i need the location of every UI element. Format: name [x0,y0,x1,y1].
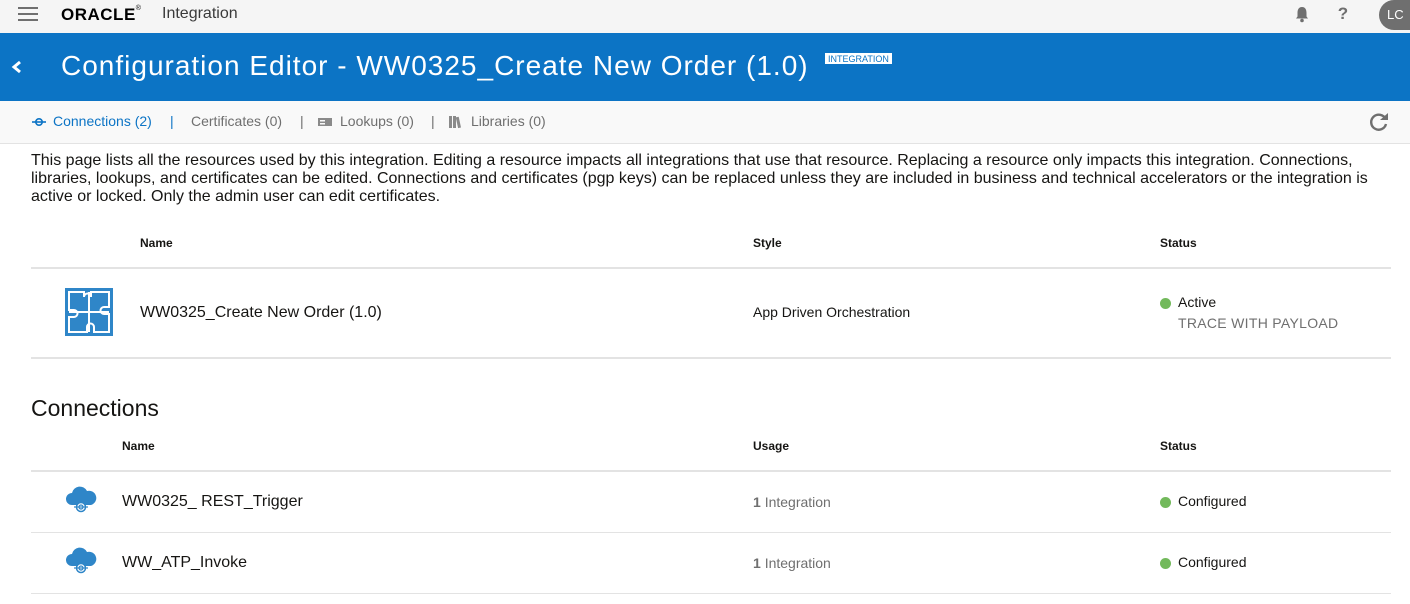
table-divider [31,470,1391,472]
library-icon [449,116,461,129]
lookup-icon [318,118,332,126]
column-header-name: Name [140,236,173,250]
row-divider [31,593,1391,594]
user-avatar[interactable]: LC [1379,0,1410,30]
tab-certificates[interactable]: Certificates (0) [191,113,282,129]
integration-name-link[interactable]: WW0325_Create New Order (1.0) [140,304,382,322]
page-description: This page lists all the resources used b… [31,152,1368,205]
connection-status: Configured [1178,493,1247,509]
column-header-usage: Usage [753,439,790,453]
column-header-style: Style [753,236,782,250]
connection-usage[interactable]: 1 Integration [753,494,831,510]
integration-status: Active [1178,294,1217,310]
hamburger-menu-icon[interactable] [18,6,38,24]
help-icon[interactable]: ? [1336,4,1350,24]
tab-separator: | [170,113,174,129]
tab-libraries[interactable]: Libraries (0) [471,113,546,129]
connections-section-title: Connections [31,395,159,421]
notifications-bell-icon[interactable] [1293,5,1311,23]
connection-status: Configured [1178,554,1247,570]
tab-lookups[interactable]: Lookups (0) [340,113,414,129]
integration-style: App Driven Orchestration [753,304,911,320]
table-divider [31,267,1391,269]
trace-level: TRACE WITH PAYLOAD [1178,315,1339,331]
refresh-icon[interactable] [1368,111,1390,133]
column-header-status: Status [1160,439,1197,453]
oracle-logo: ORACLE® [61,5,142,24]
status-active-dot [1160,298,1171,309]
connection-name-link[interactable]: WW0325_ REST_Trigger [122,493,303,511]
rest-cloud-icon [66,547,97,574]
column-header-status: Status [1160,236,1197,250]
table-divider [31,357,1391,359]
page-header: Configuration Editor - WW0325_Create New… [0,33,1410,101]
tab-connections[interactable]: Connections (2) [53,113,152,129]
resource-tab-bar: Connections (2) | Certificates (0) | Loo… [0,101,1410,144]
connection-usage[interactable]: 1 Integration [753,555,831,571]
top-bar: ORACLE® Integration ? LC [0,0,1410,33]
status-configured-dot [1160,497,1171,508]
connection-icon [32,117,46,127]
column-header-name: Name [122,439,155,453]
connection-name-link[interactable]: WW_ATP_Invoke [122,554,247,572]
page-title: Configuration Editor - WW0325_Create New… [61,50,809,81]
back-chevron-icon[interactable] [9,57,25,77]
tab-separator: | [300,113,304,129]
integration-type-badge: INTEGRATION [825,53,892,64]
puzzle-icon [65,288,113,336]
row-divider [31,532,1391,533]
tab-separator: | [431,113,435,129]
status-configured-dot [1160,558,1171,569]
rest-cloud-icon [66,486,97,513]
product-name: Integration [162,5,238,22]
